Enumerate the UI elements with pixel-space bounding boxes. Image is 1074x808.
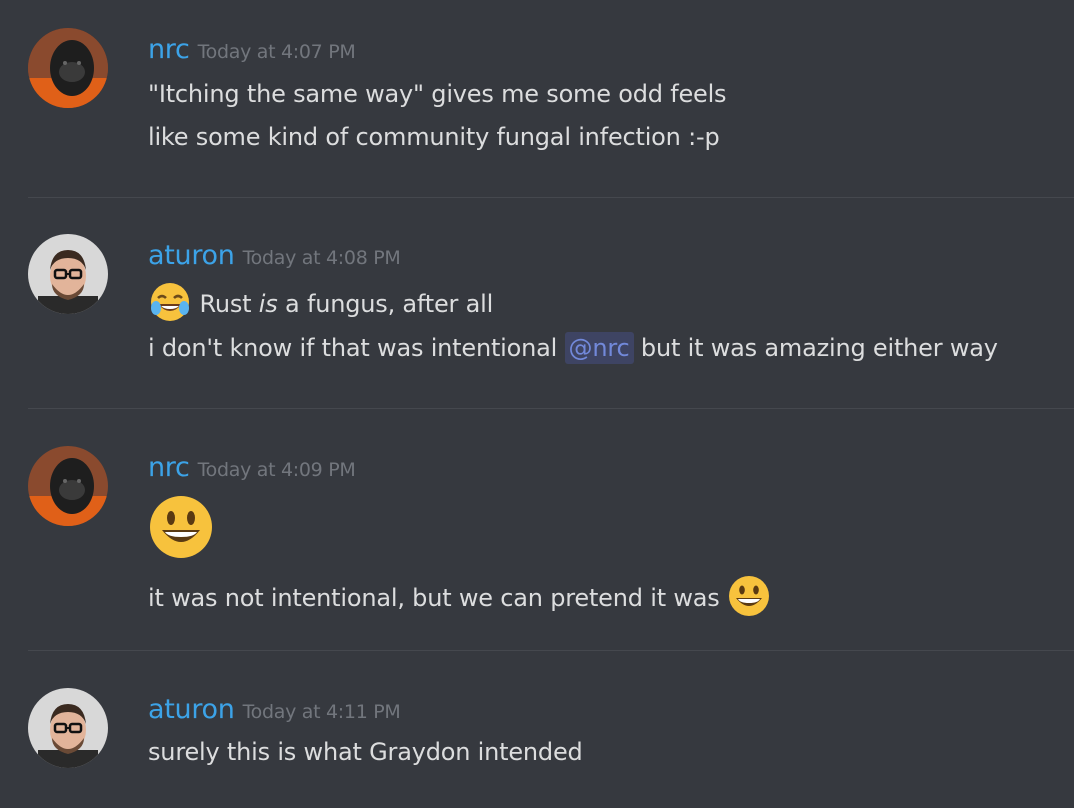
message-header: nrc Today at 4:07 PM <box>148 34 356 65</box>
emphasis-text: is <box>258 290 278 318</box>
message-text: "Itching the same way" gives me some odd… <box>148 80 727 108</box>
message-text-part: Rust <box>199 290 259 318</box>
avatar[interactable] <box>28 446 108 526</box>
message-divider <box>28 408 1074 409</box>
message-header: aturon Today at 4:11 PM <box>148 694 401 725</box>
message-text-part: but it was amazing either way <box>633 334 998 362</box>
message-text: it was not intentional, but we can prete… <box>148 574 771 624</box>
timestamp[interactable]: Today at 4:11 PM <box>243 701 401 723</box>
gorilla-avatar-icon <box>28 28 108 108</box>
username[interactable]: nrc <box>148 34 190 65</box>
message-divider <box>28 197 1074 198</box>
username[interactable]: aturon <box>148 240 235 271</box>
chat-message-list: nrc Today at 4:07 PM "Itching the same wa… <box>0 0 1074 808</box>
message-text-part: i don't know if that was intentional <box>148 334 565 362</box>
jumbo-emoji <box>148 494 214 566</box>
man-glasses-avatar-icon <box>28 234 108 314</box>
smiley-emoji-icon <box>148 494 214 566</box>
timestamp[interactable]: Today at 4:07 PM <box>198 41 356 63</box>
timestamp[interactable]: Today at 4:08 PM <box>243 247 401 269</box>
message-header: aturon Today at 4:08 PM <box>148 240 401 271</box>
message-text: like some kind of community fungal infec… <box>148 123 720 151</box>
avatar[interactable] <box>28 234 108 314</box>
user-mention[interactable]: @nrc <box>564 332 634 364</box>
username[interactable]: aturon <box>148 694 235 725</box>
smiley-emoji-icon <box>727 574 771 624</box>
avatar[interactable] <box>28 688 108 768</box>
joy-emoji-icon <box>148 280 192 330</box>
username[interactable]: nrc <box>148 452 190 483</box>
message-text: surely this is what Graydon intended <box>148 738 583 766</box>
message-text-part: it was not intentional, but we can prete… <box>148 584 720 612</box>
man-glasses-avatar-icon <box>28 688 108 768</box>
avatar[interactable] <box>28 28 108 108</box>
message-text-part: a fungus, after all <box>277 290 494 318</box>
message-text: i don't know if that was intentional @nr… <box>148 332 998 364</box>
message-text: Rust is a fungus, after all <box>148 280 493 330</box>
timestamp[interactable]: Today at 4:09 PM <box>198 459 356 481</box>
gorilla-avatar-icon <box>28 446 108 526</box>
message-header: nrc Today at 4:09 PM <box>148 452 356 483</box>
message-divider <box>28 650 1074 651</box>
